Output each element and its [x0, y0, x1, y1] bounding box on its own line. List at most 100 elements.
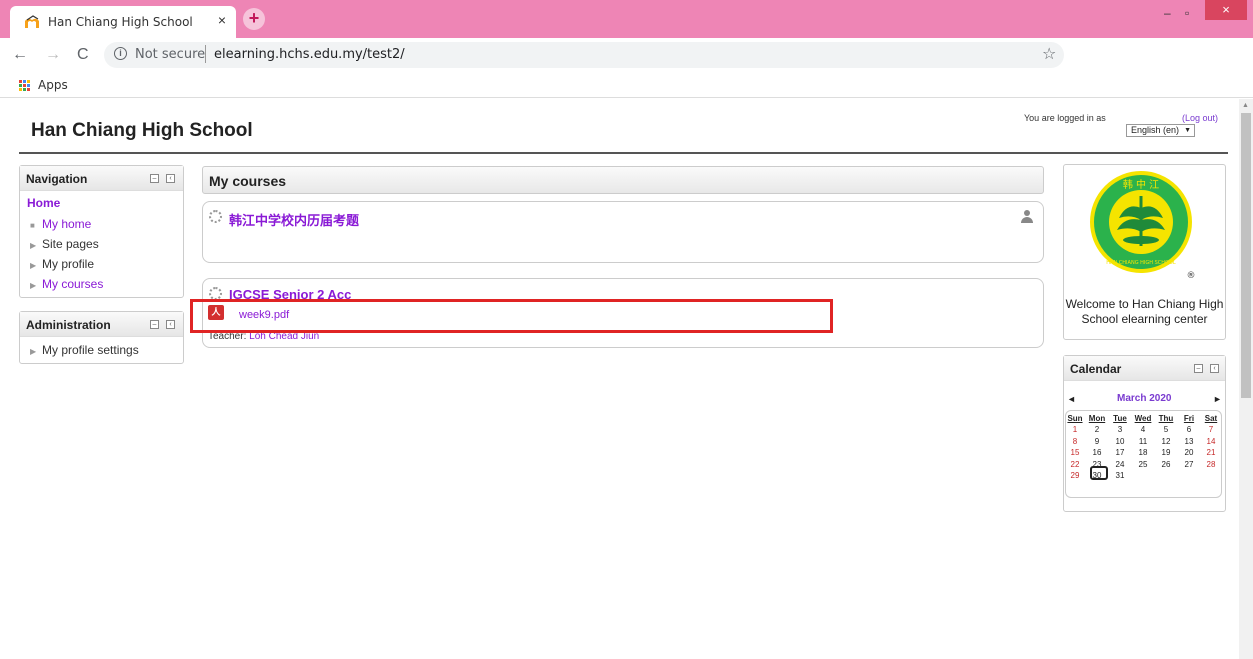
apps-label[interactable]: Apps	[38, 78, 68, 92]
calendar-day[interactable]: 31	[1111, 471, 1129, 480]
calendar-day-header: Mon	[1088, 414, 1106, 423]
calendar-day[interactable]: 3	[1111, 425, 1129, 434]
calendar-day[interactable]: 6	[1180, 425, 1198, 434]
prev-month-icon[interactable]: ◄	[1067, 394, 1076, 404]
course-icon	[209, 210, 222, 223]
calendar-day[interactable]: 19	[1157, 448, 1175, 457]
dropdown-arrow-icon: ▼	[1184, 127, 1191, 134]
today-marker	[1090, 466, 1108, 480]
calendar-day[interactable]: 15	[1066, 448, 1084, 457]
calendar-day[interactable]: 28	[1202, 460, 1220, 469]
language-select[interactable]: English (en) ▼	[1126, 124, 1195, 137]
nav-item-my-home[interactable]: ■ My home	[30, 217, 91, 231]
next-month-icon[interactable]: ►	[1213, 394, 1222, 404]
calendar-day[interactable]: 17	[1111, 448, 1129, 457]
apps-grid-icon[interactable]	[19, 80, 31, 92]
window-close-button[interactable]: ×	[1205, 0, 1247, 20]
tab-title: Han Chiang High School	[48, 15, 193, 29]
scroll-thumb[interactable]	[1241, 113, 1251, 398]
calendar-day[interactable]: 4	[1134, 425, 1152, 434]
nav-item-label: My profile	[42, 257, 95, 271]
calendar-day[interactable]: 26	[1157, 460, 1175, 469]
nav-home-link[interactable]: Home	[27, 196, 60, 210]
administration-header: Administration – ‹	[20, 312, 183, 337]
admin-item-profile-settings[interactable]: ▶ My profile settings	[30, 343, 139, 357]
site-title[interactable]: Han Chiang High School	[31, 120, 253, 142]
info-icon[interactable]: i	[114, 47, 127, 60]
welcome-text: Welcome to Han Chiang High School elearn…	[1065, 297, 1224, 326]
calendar-day[interactable]: 14	[1202, 437, 1220, 446]
calendar-title: Calendar	[1070, 362, 1122, 376]
calendar-day[interactable]: 29	[1066, 471, 1084, 480]
calendar-day[interactable]: 7	[1202, 425, 1220, 434]
maximize-icon[interactable]: ▫	[1185, 6, 1189, 20]
dock-icon[interactable]: ‹	[1210, 364, 1219, 373]
header-divider	[19, 152, 1228, 154]
reload-icon[interactable]: C	[77, 46, 89, 64]
calendar-day[interactable]: 20	[1180, 448, 1198, 457]
calendar-day-header: Fri	[1183, 414, 1195, 423]
calendar-day[interactable]: 18	[1134, 448, 1152, 457]
my-courses-title: My courses	[209, 173, 287, 189]
collapse-icon[interactable]: –	[1194, 364, 1203, 373]
collapse-icon[interactable]: –	[150, 174, 159, 183]
calendar-day[interactable]: 12	[1157, 437, 1175, 446]
collapse-icon[interactable]: –	[150, 320, 159, 329]
minimize-icon[interactable]: –	[1164, 6, 1171, 20]
navigation-header: Navigation – ‹	[20, 166, 183, 191]
calendar-day[interactable]: 22	[1066, 460, 1084, 469]
back-arrow-icon[interactable]: ←	[12, 46, 28, 64]
tab-close-icon[interactable]: ×	[218, 12, 226, 28]
calendar-day[interactable]: 2	[1088, 425, 1106, 434]
calendar-day-header: Wed	[1134, 414, 1152, 423]
course-card: 韩江中学校内历届考题	[202, 201, 1044, 263]
calendar-day[interactable]: 25	[1134, 460, 1152, 469]
address-separator	[205, 45, 206, 63]
nav-item-site-pages[interactable]: ▶ Site pages	[30, 237, 99, 251]
browser-tab-bar: Han Chiang High School × + – ▫ ×	[0, 0, 1253, 38]
admin-item-label: My profile settings	[42, 343, 139, 357]
scroll-up-icon[interactable]: ▲	[1242, 102, 1249, 109]
expand-arrow-icon: ▶	[30, 261, 37, 270]
calendar-day-header: Sat	[1204, 414, 1218, 423]
calendar-day[interactable]: 11	[1134, 437, 1152, 446]
calendar-day[interactable]: 27	[1180, 460, 1198, 469]
scrollbar[interactable]: ▲	[1239, 99, 1253, 659]
calendar-day[interactable]: 8	[1066, 437, 1084, 446]
bookmark-star-icon[interactable]: ☆	[1042, 44, 1056, 64]
calendar-day[interactable]: 13	[1180, 437, 1198, 446]
browser-tab[interactable]: Han Chiang High School ×	[10, 6, 236, 38]
registered-mark: ®	[1187, 271, 1196, 280]
bookmarks-bar: Apps	[0, 74, 1253, 98]
nav-item-my-profile[interactable]: ▶ My profile	[30, 257, 94, 271]
nav-item-label: My courses	[42, 277, 104, 291]
forward-arrow-icon[interactable]: →	[45, 46, 61, 64]
user-icon	[1021, 210, 1033, 223]
calendar-month-link[interactable]: March 2020	[1117, 393, 1171, 404]
course-link[interactable]: 韩江中学校内历届考题	[229, 210, 359, 229]
calendar-day[interactable]: 9	[1088, 437, 1106, 446]
nav-item-my-courses[interactable]: ▶ My courses	[30, 277, 103, 291]
navigation-title: Navigation	[26, 172, 88, 186]
calendar-day[interactable]: 21	[1202, 448, 1220, 457]
nav-item-label: My home	[42, 217, 92, 231]
logo-text-top: 韩 中 江	[1123, 178, 1159, 191]
dock-icon[interactable]: ‹	[166, 320, 175, 329]
calendar-day[interactable]: 10	[1111, 437, 1129, 446]
login-info: You are logged in as	[1024, 113, 1106, 123]
new-tab-button[interactable]: +	[243, 8, 265, 30]
calendar-day[interactable]: 1	[1066, 425, 1084, 434]
address-url[interactable]: elearning.hchs.edu.my/test2/	[214, 47, 405, 62]
address-bar[interactable]: i Not secure elearning.hchs.edu.my/test2…	[104, 42, 1064, 68]
expand-arrow-icon: ▶	[30, 281, 37, 290]
calendar-day[interactable]: 16	[1088, 448, 1106, 457]
school-logo-icon: 韩 中 江 HAN CHIANG HIGH SCHOOL ®	[1090, 171, 1196, 280]
logout-link[interactable]: (Log out)	[1182, 113, 1218, 123]
calendar-day[interactable]: 24	[1111, 460, 1129, 469]
logo-text-bottom: HAN CHIANG HIGH SCHOOL	[1106, 260, 1176, 266]
highlight-box	[190, 299, 833, 333]
dock-icon[interactable]: ‹	[166, 174, 175, 183]
calendar-day[interactable]: 5	[1157, 425, 1175, 434]
language-value: English (en)	[1131, 125, 1180, 135]
administration-title: Administration	[26, 318, 111, 332]
